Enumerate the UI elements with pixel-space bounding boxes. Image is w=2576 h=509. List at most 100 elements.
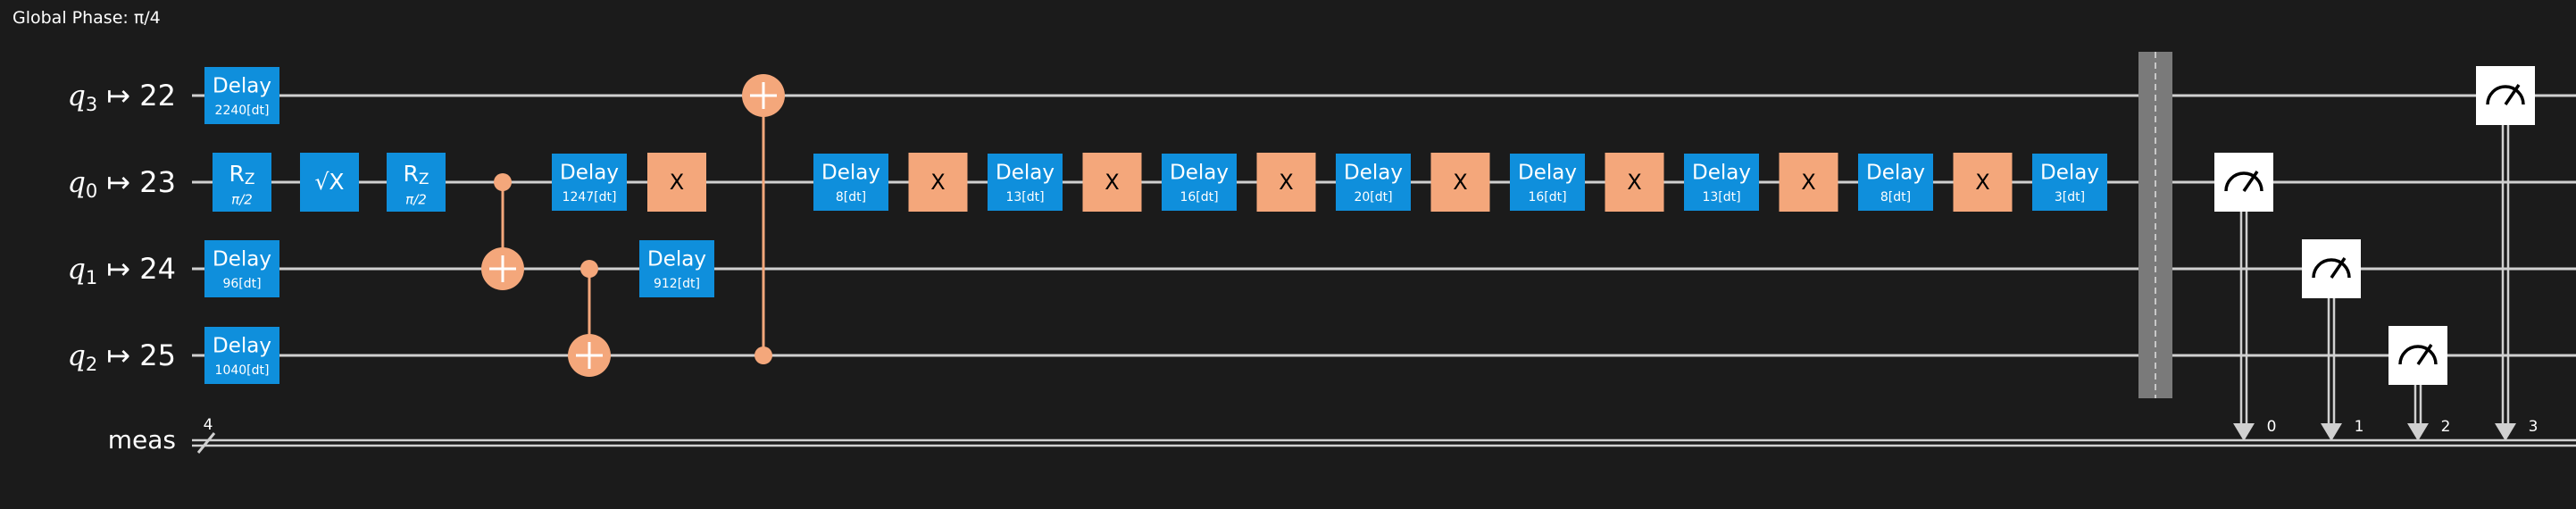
measure-arrow <box>2495 423 2516 441</box>
delay-gate-label: Delay <box>1170 162 1229 185</box>
wire-name: q <box>67 79 85 113</box>
delay-gate-duration: 13[dt] <box>1702 190 1740 204</box>
delay-gate-label: Delay <box>821 162 880 185</box>
wire-label-text: q0 ↦ 23 <box>67 165 176 203</box>
delay-gate-label: Delay <box>1518 162 1577 185</box>
x-gate-label: X <box>1627 170 1641 195</box>
rz-gate-name: R <box>229 161 244 187</box>
measure-q2: 2 <box>2388 326 2450 441</box>
delay-gate-q0-seq-2: Delay 16[dt] <box>1162 154 1237 211</box>
delay-gate-q0-seq-4: Delay 16[dt] <box>1510 154 1585 211</box>
wire-label-text: q2 ↦ 25 <box>67 338 176 376</box>
circuit-diagram: Global Phase: π/4 4 q3 ↦ 22 q0 ↦ 23 q1 ↦ 24 q2 ↦… <box>0 0 2576 509</box>
cx-gate-q1-q2 <box>568 260 611 377</box>
measure-bit-index: 3 <box>2529 418 2538 436</box>
delay-gate-duration: 16[dt] <box>1180 190 1218 204</box>
bus-width-label: 4 <box>204 416 213 434</box>
barrier <box>2138 52 2172 398</box>
measure-arrow <box>2321 423 2342 441</box>
wire-label-q0: q0 ↦ 23 <box>67 165 176 203</box>
wire-label-q2: q2 ↦ 25 <box>67 338 176 376</box>
x-gate-label: X <box>1975 170 1989 195</box>
delay-gate-label: Delay <box>996 162 1055 185</box>
wire-label-text: q3 ↦ 22 <box>67 79 176 116</box>
wire-index: 1 <box>86 267 97 288</box>
rz-gate-name: R <box>403 161 418 187</box>
delay-gate-label: Delay <box>2040 162 2099 185</box>
delay-gate-duration: 1040[dt] <box>215 363 270 378</box>
measure-arrow <box>2233 423 2255 441</box>
delay-gate-duration: 8[dt] <box>836 190 866 204</box>
cx-control-dot <box>580 260 598 278</box>
x-gate-label: X <box>1105 170 1119 195</box>
wire-index: 0 <box>86 180 97 202</box>
delay-gate-q0-seq-7: Delay 3[dt] <box>2032 154 2107 211</box>
delay-gate-label: Delay <box>647 248 706 271</box>
wire-name: q <box>67 252 85 286</box>
delay-gate-q0-seq-0: Delay 8[dt] <box>813 154 888 211</box>
cx-control-dot <box>494 173 512 191</box>
cx-gate-q2-q3 <box>742 74 785 364</box>
delay-gate-label: Delay <box>560 162 619 185</box>
wire-label-q3: q3 ↦ 22 <box>67 79 176 116</box>
delay-gate-q3: Delay 2240[dt] <box>204 67 279 124</box>
rz-gate-param: π/2 <box>405 192 427 208</box>
measure-bit-index: 2 <box>2441 418 2451 436</box>
sx-gate-label: √X <box>314 169 344 195</box>
sx-gate-q0: √X <box>300 153 359 212</box>
delay-gate-duration: 13[dt] <box>1005 190 1044 204</box>
measure-box <box>2214 153 2273 212</box>
delay-gate-label: Delay <box>1866 162 1925 185</box>
measure-bit-index: 1 <box>2355 418 2364 436</box>
x-gate-q0-seq-6: X <box>1953 153 2013 212</box>
rz-gate-sub: Z <box>245 171 255 188</box>
wire-label-text: q1 ↦ 24 <box>67 252 176 289</box>
delay-gate-duration: 16[dt] <box>1528 190 1566 204</box>
rz-gate-param: π/2 <box>231 192 253 208</box>
x-gate-q0-seq-0: X <box>908 153 968 212</box>
wire-name: q <box>67 165 85 199</box>
rz-gate-q0-1: RZπ/2 <box>213 153 271 212</box>
measure-bit-index: 0 <box>2267 418 2277 436</box>
delay-gate-q0-seq-6: Delay 8[dt] <box>1858 154 1933 211</box>
delay-gate-duration: 8[dt] <box>1880 190 1911 204</box>
delay-gate-q0-seq-5: Delay 13[dt] <box>1684 154 1759 211</box>
wire-physical-map: ↦ 25 <box>106 338 176 372</box>
measure-q3: 3 <box>2476 66 2538 441</box>
x-gate-label: X <box>670 170 684 195</box>
cx-gate-q0-q1 <box>481 173 524 290</box>
rz-gate-q0-2: RZπ/2 <box>387 153 446 212</box>
delay-gate-duration: 1247[dt] <box>563 190 617 204</box>
x-gate-q0-seq-4: X <box>1605 153 1664 212</box>
delay-gate-q0-seq-3: Delay 20[dt] <box>1336 154 1411 211</box>
delay-gate-duration: 20[dt] <box>1354 190 1392 204</box>
wire-physical-map: ↦ 23 <box>106 165 176 199</box>
measure-q0: 0 <box>2214 153 2276 441</box>
delay-gate-label: Delay <box>213 75 271 98</box>
delay-gate-duration: 96[dt] <box>222 277 261 291</box>
delay-gate-label: Delay <box>213 335 271 358</box>
wire-label-q1: q1 ↦ 24 <box>67 252 176 289</box>
classical-register-label: meas <box>108 425 176 455</box>
x-gate-q0: X <box>647 153 706 212</box>
x-gate-q0-seq-1: X <box>1082 153 1142 212</box>
measure-arrow <box>2407 423 2429 441</box>
delay-gate-duration: 3[dt] <box>2055 190 2085 204</box>
delay-gate-label: Delay <box>1692 162 1751 185</box>
rz-gate-sub: Z <box>419 171 429 188</box>
wire-physical-map: ↦ 22 <box>106 79 176 113</box>
delay-gate-duration: 912[dt] <box>654 277 700 291</box>
delay-gate-q1-second: Delay 912[dt] <box>639 240 714 297</box>
bus-slash <box>196 432 216 454</box>
delay-gate-label: Delay <box>213 248 271 271</box>
x-gate-q0-seq-2: X <box>1256 153 1316 212</box>
wire-index: 3 <box>86 94 97 115</box>
wire-name: q <box>67 338 85 372</box>
measure-box <box>2388 326 2447 385</box>
measure-box <box>2302 239 2361 298</box>
measure-q1: 1 <box>2302 239 2363 441</box>
x-gate-q0-seq-5: X <box>1779 153 1838 212</box>
x-gate-label: X <box>1279 170 1293 195</box>
wire-index: 2 <box>86 354 97 375</box>
delay-gate-q0-seq-1: Delay 13[dt] <box>988 154 1063 211</box>
